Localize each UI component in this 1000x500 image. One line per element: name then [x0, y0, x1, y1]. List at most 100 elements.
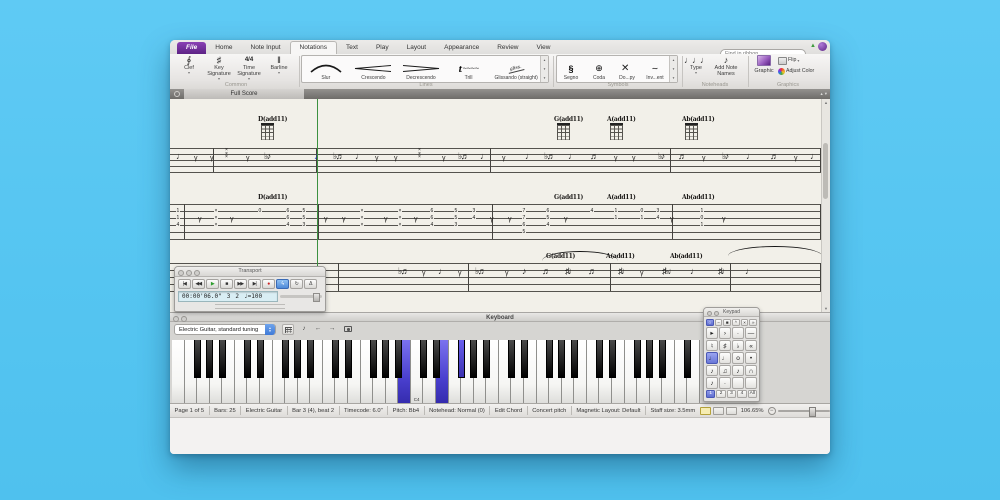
instrument-selector[interactable]: Electric Guitar, standard tuning ▲ ▼: [174, 324, 276, 335]
panel-window-buttons[interactable]: [178, 269, 200, 276]
ribbon-tab-notations[interactable]: Notations: [289, 41, 338, 54]
status-pitch[interactable]: Pitch: Bb4: [388, 408, 423, 414]
key-signature-button[interactable]: ♯ Key Signature ▾: [204, 54, 234, 81]
flip-button[interactable]: Flip ▾: [778, 56, 814, 65]
symbol-do-py[interactable]: ✕ Do...py: [613, 56, 641, 82]
piano-black-key[interactable]: [344, 340, 352, 378]
barline-button[interactable]: ‖ Barline ▾: [264, 54, 294, 81]
scroll-up-icon[interactable]: ▲: [822, 100, 830, 105]
piano-black-key[interactable]: [608, 340, 616, 378]
tempo-slider-thumb[interactable]: [313, 293, 320, 302]
stepper-icon[interactable]: ▲ ▼: [265, 324, 275, 335]
keypad-button-r3c1[interactable]: ♩: [706, 352, 718, 364]
piano-black-key[interactable]: [369, 340, 377, 378]
keypad-layout-tab-1[interactable]: ○: [706, 318, 714, 326]
zoom-out-button[interactable]: −: [767, 406, 776, 415]
piano-black-key[interactable]: [281, 340, 289, 378]
keypad-button-r4c3[interactable]: ♪: [732, 364, 744, 376]
keypad-button-r5c3[interactable]: [732, 377, 744, 389]
status-timecode[interactable]: Timecode: 6.0": [340, 408, 388, 414]
piano-black-key[interactable]: [507, 340, 515, 378]
keypad-button-r5c1[interactable]: ♪: [706, 377, 718, 389]
scroll-down-icon[interactable]: ▼: [822, 306, 830, 311]
view-pages-icon[interactable]: [725, 406, 737, 415]
voice-button-1[interactable]: 1: [706, 390, 716, 398]
keypad-button-r3c4[interactable]: •: [745, 352, 757, 364]
piano-black-key[interactable]: [256, 340, 264, 378]
keypad-layout-tab-3[interactable]: ■: [723, 318, 732, 326]
notehead-type-button[interactable]: ♩♩♩ Type ▾: [684, 54, 709, 77]
piano-black-key[interactable]: [683, 340, 691, 378]
view-panorama-icon[interactable]: [699, 406, 711, 415]
status-edit-chord[interactable]: Edit Chord: [490, 408, 526, 414]
status-magnetic-layout[interactable]: Magnetic Layout: Default: [572, 408, 645, 414]
keypad-button-r1c3[interactable]: ·: [732, 327, 744, 339]
voice-button-4[interactable]: 4: [737, 390, 747, 398]
document-bar-icon[interactable]: [174, 91, 180, 97]
voice-button-all[interactable]: All: [747, 390, 758, 398]
rewind-button[interactable]: ◀◀: [192, 279, 205, 289]
gallery-scroll-arrows[interactable]: ▴ ▾ ▾: [669, 56, 677, 82]
ribbon-tab-text[interactable]: Text: [337, 42, 367, 54]
keypad-button-r2c3[interactable]: ♭: [732, 339, 744, 351]
tab-list-icon[interactable]: ▾: [825, 91, 827, 97]
keypad-button-r3c2[interactable]: ♩: [719, 352, 731, 364]
clef-button[interactable]: ∮ Clef ▾: [174, 54, 204, 81]
document-tab-full-score[interactable]: Full Score: [184, 89, 304, 99]
piano-black-key[interactable]: [595, 340, 603, 378]
keypad-button-r2c1[interactable]: ♮: [706, 339, 718, 351]
ribbon-tab-review[interactable]: Review: [488, 42, 527, 54]
piano-black-key[interactable]: [545, 340, 553, 378]
piano-keyboard[interactable]: C4: [172, 340, 700, 403]
note-input-button[interactable]: ♪: [298, 324, 310, 335]
piano-black-key[interactable]: [570, 340, 578, 378]
keypad-layout-tab-6[interactable]: »: [749, 318, 758, 326]
symbol-coda[interactable]: ⊕ Coda: [585, 56, 613, 82]
piano-black-key[interactable]: [394, 340, 402, 378]
go-to-end-button[interactable]: ▶|: [248, 279, 261, 289]
piano-black-key[interactable]: [193, 340, 201, 378]
keypad-title-bar[interactable]: Keypad: [704, 308, 759, 317]
octave-down-button[interactable]: ←: [312, 324, 324, 335]
piano-black-key[interactable]: [646, 340, 654, 378]
piano-black-key[interactable]: [206, 340, 214, 378]
ribbon-tab-home[interactable]: Home: [206, 42, 241, 54]
status-electric-guitar[interactable]: Electric Guitar: [241, 408, 286, 414]
piano-black-key[interactable]: [331, 340, 339, 378]
status-bar-3-4-beat-2[interactable]: Bar 3 (4), beat 2: [288, 408, 339, 414]
voice-button-2[interactable]: 2: [716, 390, 726, 398]
piano-black-key[interactable]: [306, 340, 314, 378]
piano-black-key[interactable]: [243, 340, 251, 378]
keypad-button-r1c4[interactable]: —: [745, 327, 757, 339]
keypad-button-r4c4[interactable]: ∩: [745, 364, 757, 376]
keypad-button-r5c2[interactable]: ·: [719, 377, 731, 389]
octave-up-button[interactable]: →: [326, 324, 338, 335]
ribbon-tab-appearance[interactable]: Appearance: [435, 42, 488, 54]
piano-black-key-highlighted[interactable]: [457, 340, 465, 378]
transport-resize-grip[interactable]: [215, 304, 285, 309]
piano-black-key[interactable]: [294, 340, 302, 378]
line-style-crescendo[interactable]: Crescendo: [350, 56, 398, 82]
score-vertical-scrollbar[interactable]: ▲ ▼: [821, 99, 830, 312]
line-style-slur[interactable]: Slur: [302, 56, 350, 82]
transport-title-bar[interactable]: Transport: [175, 267, 325, 277]
line-style-trill[interactable]: t ∼∼∼∼ Trill: [445, 56, 493, 82]
flexitime-button[interactable]: ϟ: [276, 279, 289, 289]
status-bars[interactable]: Bars: 25: [210, 408, 241, 414]
piano-black-key[interactable]: [419, 340, 427, 378]
keypad-button-r5c4[interactable]: [745, 377, 757, 389]
keypad-button-r2c4[interactable]: «: [745, 339, 757, 351]
keypad-button-r4c1[interactable]: ♪: [706, 364, 718, 376]
zoom-slider[interactable]: [777, 406, 830, 417]
ribbon-tab-file[interactable]: File: [177, 42, 207, 54]
qwerty-input-button[interactable]: [282, 324, 294, 335]
ribbon-tab-note-input[interactable]: Note Input: [242, 42, 290, 54]
fast-forward-button[interactable]: ▶▶: [234, 279, 247, 289]
go-to-start-button[interactable]: |◀: [178, 279, 191, 289]
tempo-slider[interactable]: [280, 293, 322, 302]
piano-black-key[interactable]: [382, 340, 390, 378]
scrollbar-thumb[interactable]: [823, 143, 828, 199]
status-notehead[interactable]: Notehead: Normal (0): [425, 408, 490, 414]
panel-window-buttons[interactable]: [173, 315, 187, 322]
symbol-segno[interactable]: § Segno: [557, 56, 585, 82]
